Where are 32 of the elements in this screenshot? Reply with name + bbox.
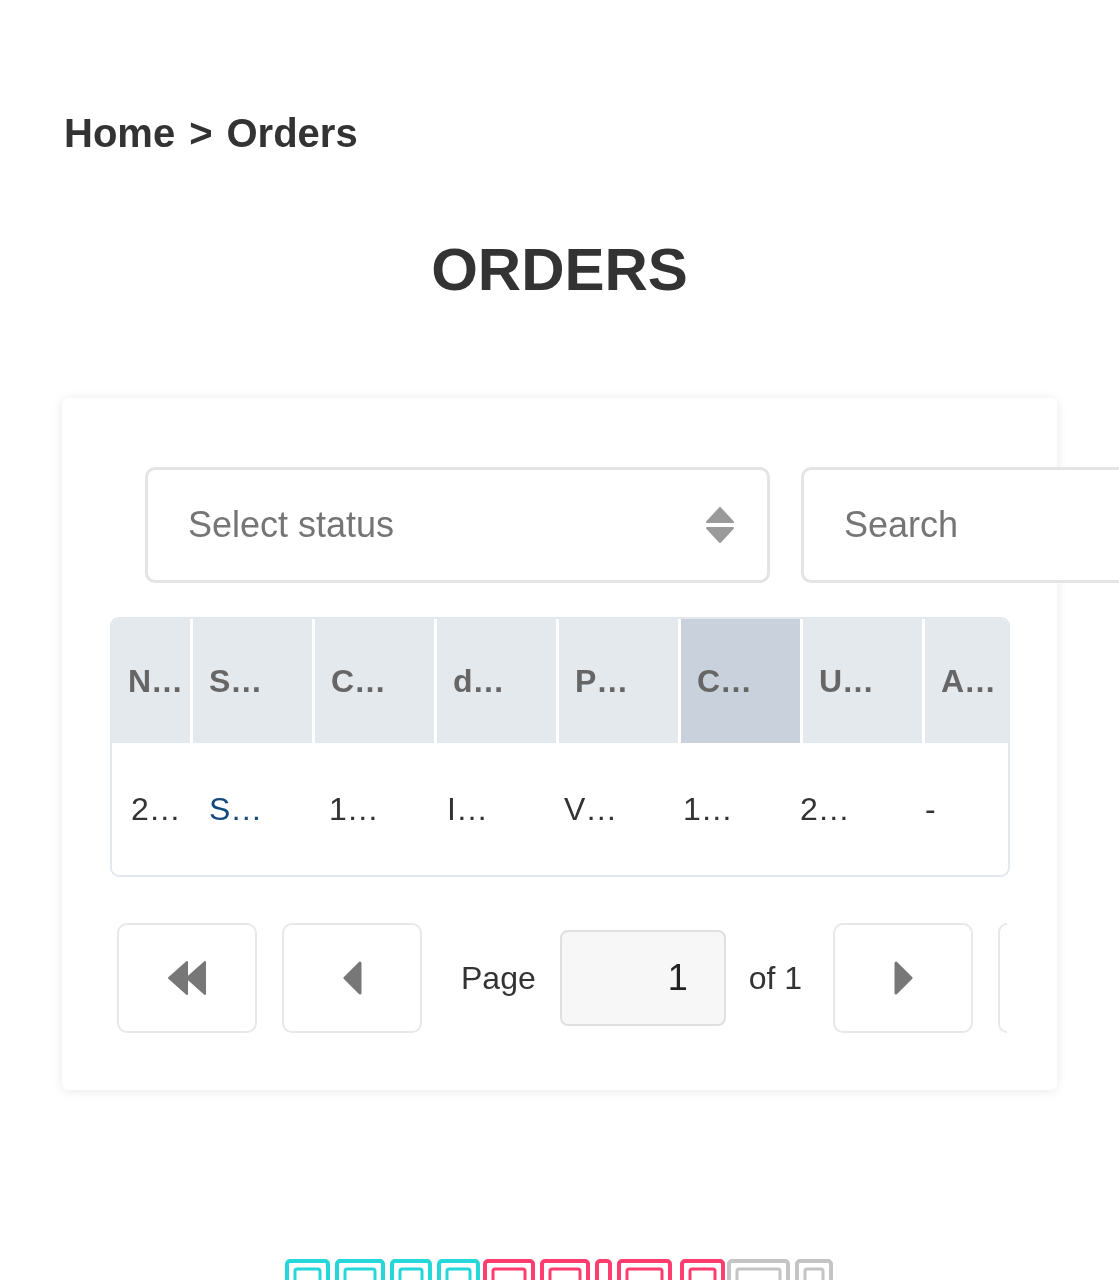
page-input[interactable]: 1: [559, 930, 726, 1026]
page-label: Page: [461, 959, 536, 997]
next-page-button[interactable]: [833, 923, 974, 1033]
breadcrumb-separator: >: [189, 110, 213, 157]
left-triangle-icon: [342, 961, 362, 995]
status-select[interactable]: Select status: [145, 467, 770, 583]
page-title: ORDERS: [431, 235, 688, 305]
breadcrumb-current: Orders: [226, 110, 358, 157]
table-cell: I…: [447, 790, 488, 827]
table-cell: 1…: [683, 790, 733, 827]
column-header[interactable]: C…: [681, 619, 800, 743]
double-left-triangle-icon: [167, 960, 207, 996]
column-header[interactable]: N…: [112, 619, 190, 743]
table-cell: V…: [564, 790, 618, 827]
previous-page-button[interactable]: [282, 923, 422, 1033]
table-cell: 2…: [131, 790, 181, 827]
table-cell: 2…: [800, 790, 850, 827]
select-arrows-icon: [706, 507, 734, 543]
column-header[interactable]: d…: [437, 619, 556, 743]
column-header[interactable]: S…: [193, 619, 312, 743]
column-header[interactable]: U…: [803, 619, 922, 743]
cell-link[interactable]: S…: [209, 790, 263, 827]
breadcrumb-link[interactable]: Home: [64, 109, 176, 157]
table-cell: 1…: [329, 790, 379, 827]
search-field[interactable]: Search: [801, 467, 1119, 583]
first-page-button[interactable]: [117, 923, 257, 1033]
page-count-label: of 1: [748, 959, 803, 997]
right-triangle-icon: [893, 961, 913, 995]
column-header[interactable]: A…: [925, 619, 1008, 743]
column-header[interactable]: C…: [315, 619, 434, 743]
column-header[interactable]: P…: [559, 619, 678, 743]
table-cell: -: [925, 790, 936, 827]
